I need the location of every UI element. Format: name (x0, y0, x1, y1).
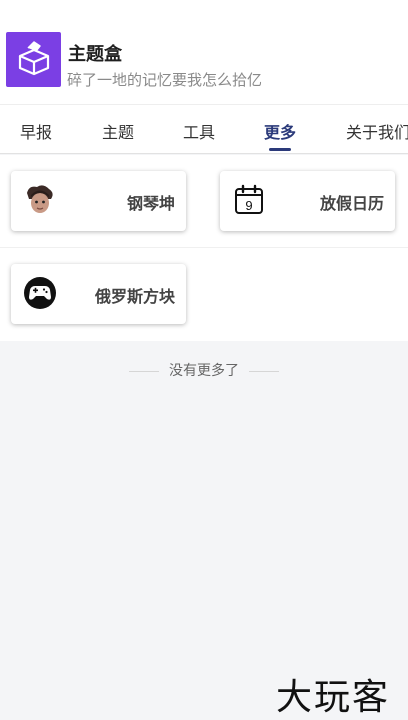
row-divider (0, 247, 408, 248)
tab-news[interactable]: 早报 (20, 119, 52, 143)
app-title: 主题盒 (68, 44, 122, 65)
card-label: 钢琴坤 (126, 194, 175, 213)
card-tetris[interactable]: 俄罗斯方块 (11, 264, 186, 324)
gamepad-icon (23, 276, 57, 310)
active-tab-indicator (269, 148, 291, 151)
card-label: 俄罗斯方块 (94, 287, 175, 306)
calendar-day-number: 9 (245, 198, 252, 213)
no-more-text: 没有更多了 (169, 363, 239, 379)
no-more-notice: 没有更多了 (0, 360, 408, 380)
avatar-icon (23, 183, 57, 217)
tab-more[interactable]: 更多 (264, 119, 296, 143)
card-piano[interactable]: 钢琴坤 (11, 171, 186, 231)
divider-line (249, 370, 279, 372)
box-icon (18, 40, 49, 75)
app-logo (6, 32, 61, 87)
card-holiday-calendar[interactable]: 9 放假日历 (220, 171, 395, 231)
tab-tools[interactable]: 工具 (183, 119, 215, 143)
calendar-icon: 9 (232, 183, 266, 217)
tab-about[interactable]: 关于我们 (346, 119, 408, 143)
divider-line (129, 370, 159, 372)
app-subtitle: 碎了一地的记忆要我怎么拾亿 (67, 71, 263, 89)
tab-bar: 早报 主题 工具 更多 关于我们 (0, 104, 408, 154)
card-label: 放假日历 (319, 194, 384, 213)
more-panel: 钢琴坤 9 放假日历 俄罗斯方块 (0, 155, 408, 341)
watermark: 大玩客 (276, 677, 391, 718)
app-header: 主题盒 碎了一地的记忆要我怎么拾亿 (0, 0, 408, 104)
tab-themes[interactable]: 主题 (102, 119, 134, 143)
